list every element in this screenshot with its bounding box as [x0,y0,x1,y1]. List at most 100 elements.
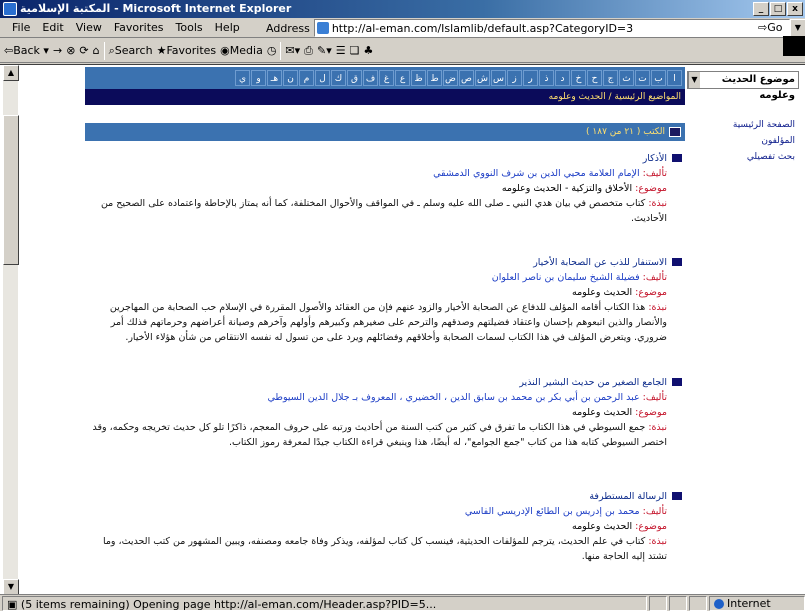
book-topic[interactable]: الحديث وعلومه [572,407,632,418]
link-home[interactable]: الصفحة الرئيسية [733,117,795,133]
alphabet-bar: ا ب ت ث ج ح خ د ذ ر ز س ش ص ض ط ظ ع غ ف ق ك ل م ن هـ و ي [85,67,685,89]
letter-link[interactable]: ف [363,70,378,86]
favorites-icon: ★ [156,43,167,57]
link-authors[interactable]: المؤلفون [733,133,795,149]
print-icon[interactable]: ⎙ [304,40,313,62]
research-icon[interactable]: ♣ [363,40,373,62]
back-button[interactable]: ⇦Back ▾ [4,40,49,62]
letter-link[interactable]: س [491,70,506,86]
letter-link[interactable]: د [555,70,570,86]
letter-link[interactable]: ا [667,70,682,86]
book-item: الاستنفار للذب عن الصحابة الأخيار تأليف:… [85,255,685,345]
vertical-scrollbar[interactable]: ▲ ▼ [2,65,19,595]
page-icon: ▣ [7,597,18,611]
book-icon [671,377,683,387]
media-button[interactable]: ◉Media [220,40,263,62]
book-title[interactable]: الاستنفار للذب عن الصحابة الأخيار [533,257,667,268]
book-icon [669,127,681,137]
book-summary: كتاب متخصص في بيان هدي النبي ـ صلى الله … [100,198,667,224]
letter-link[interactable]: ث [619,70,634,86]
book-author[interactable]: الإمام العلامة محيي الدين بن شرف النووي … [433,168,640,179]
address-bar: Address http://al-eman.com/Islamlib/defa… [262,19,805,37]
address-label: Address [266,21,310,35]
link-advanced-search[interactable]: بحث تفصيلي [733,149,795,165]
letter-link[interactable]: ر [523,70,538,86]
letter-link[interactable]: ب [651,70,666,86]
book-summary: هذا الكتاب أقامه المؤلف للدفاع عن الصحاب… [109,302,667,343]
home-icon[interactable]: ⌂ [93,40,100,62]
book-summary: جمع السيوطي في هذا الكتاب ما تفرق في كثي… [92,422,667,448]
letter-link[interactable]: م [299,70,314,86]
letter-link[interactable]: و [251,70,266,86]
letter-link[interactable]: ذ [539,70,554,86]
scroll-thumb[interactable] [3,115,19,265]
book-topic[interactable]: الحديث وعلومه [572,521,632,532]
book-topic[interactable]: الحديث وعلومه [572,287,632,298]
menu-view[interactable]: View [70,18,108,38]
book-icon [671,257,683,267]
letter-link[interactable]: ط [427,70,442,86]
menu-edit[interactable]: Edit [36,18,69,38]
letter-link[interactable]: ك [331,70,346,86]
favorites-button[interactable]: ★Favorites [157,40,217,62]
letter-link[interactable]: ل [315,70,330,86]
messenger-icon[interactable]: ❏ [350,40,360,62]
scroll-down-icon[interactable]: ▼ [3,579,19,595]
web-page: موضوع الحديث وعلومه ▼ الصفحة الرئيسية ال… [20,65,805,595]
book-topic[interactable]: الأخلاق والتزكية - الحديث وعلومه [502,183,632,194]
address-dropdown-button[interactable]: ▼ [789,19,805,37]
stop-icon[interactable]: ⊗ [66,40,75,62]
breadcrumb[interactable]: المواضيع الرئيسية / الحديث وعلومه [85,89,685,105]
scroll-up-icon[interactable]: ▲ [3,65,19,81]
standard-toolbar: ⇦Back ▾ → ⊗ ⟳ ⌂ ⌕Search ★Favorites ◉Medi… [0,39,805,63]
mail-icon[interactable]: ✉▾ [285,40,300,62]
letter-link[interactable]: ظ [411,70,426,86]
content-area: ▲ ▼ موضوع الحديث وعلومه ▼ الصفحة الرئيسي… [0,64,805,595]
address-input[interactable]: http://al-eman.com/Islamlib/default.asp?… [313,19,790,37]
letter-link[interactable]: ص [459,70,474,86]
letter-link[interactable]: هـ [267,70,282,86]
discuss-icon[interactable]: ☰ [336,40,346,62]
letter-link[interactable]: ز [507,70,522,86]
letter-link[interactable]: ي [235,70,250,86]
menu-favorites[interactable]: Favorites [108,18,170,38]
letter-link[interactable]: ح [587,70,602,86]
letter-link[interactable]: ع [395,70,410,86]
menu-bar: File Edit View Favorites Tools Help Addr… [0,18,805,56]
edit-icon[interactable]: ✎▾ [317,40,332,62]
letter-link[interactable]: ت [635,70,650,86]
refresh-icon[interactable]: ⟳ [79,40,88,62]
title-bar: المكتبة الإسلامية - Microsoft Internet E… [0,0,805,18]
letter-link[interactable]: ش [475,70,490,86]
back-arrow-icon: ⇦ [4,43,14,57]
letter-link[interactable]: ق [347,70,362,86]
go-button[interactable]: ⇨Go [758,20,782,36]
status-bar: ▣ (5 items remaining) Opening page http:… [0,594,805,611]
security-zone: Internet [709,595,805,611]
letter-link[interactable]: ن [283,70,298,86]
forward-button[interactable]: → [53,40,62,62]
book-author[interactable]: عبد الرحمن بن أبي بكر بن محمد بن سابق ال… [268,392,640,403]
book-summary: كتاب في علم الحديث، يترجم للمؤلفات الحدي… [102,536,667,562]
minimize-button[interactable]: _ [753,2,769,16]
menu-tools[interactable]: Tools [170,18,209,38]
book-title[interactable]: الرسالة المستطرفة [589,491,667,502]
book-author[interactable]: فضيلة الشيخ سليمان بن ناصر العلوان [492,272,640,283]
letter-link[interactable]: ج [603,70,618,86]
book-title[interactable]: الجامع الصغير من حديث البشير النذير [519,377,667,388]
letter-link[interactable]: ض [443,70,458,86]
close-button[interactable]: x [787,2,803,16]
book-author[interactable]: محمد بن إدريس بن الطائع الإدريسي الفاسي [465,506,640,517]
search-button[interactable]: ⌕Search [109,40,153,62]
menu-file[interactable]: File [6,18,36,38]
book-item: الجامع الصغير من حديث البشير النذير تألي… [85,375,685,450]
menu-help[interactable]: Help [209,18,246,38]
letter-link[interactable]: غ [379,70,394,86]
topic-select[interactable]: موضوع الحديث وعلومه ▼ [687,71,799,101]
book-title[interactable]: الأذكار [643,153,667,164]
letter-link[interactable]: خ [571,70,586,86]
right-panel: موضوع الحديث وعلومه ▼ الصفحة الرئيسية ال… [685,65,805,595]
maximize-button[interactable]: □ [770,2,786,16]
books-count-bar: الكتب ( ٢١ من ١٨٧ ) [85,123,685,141]
history-icon[interactable]: ◷ [267,40,277,62]
